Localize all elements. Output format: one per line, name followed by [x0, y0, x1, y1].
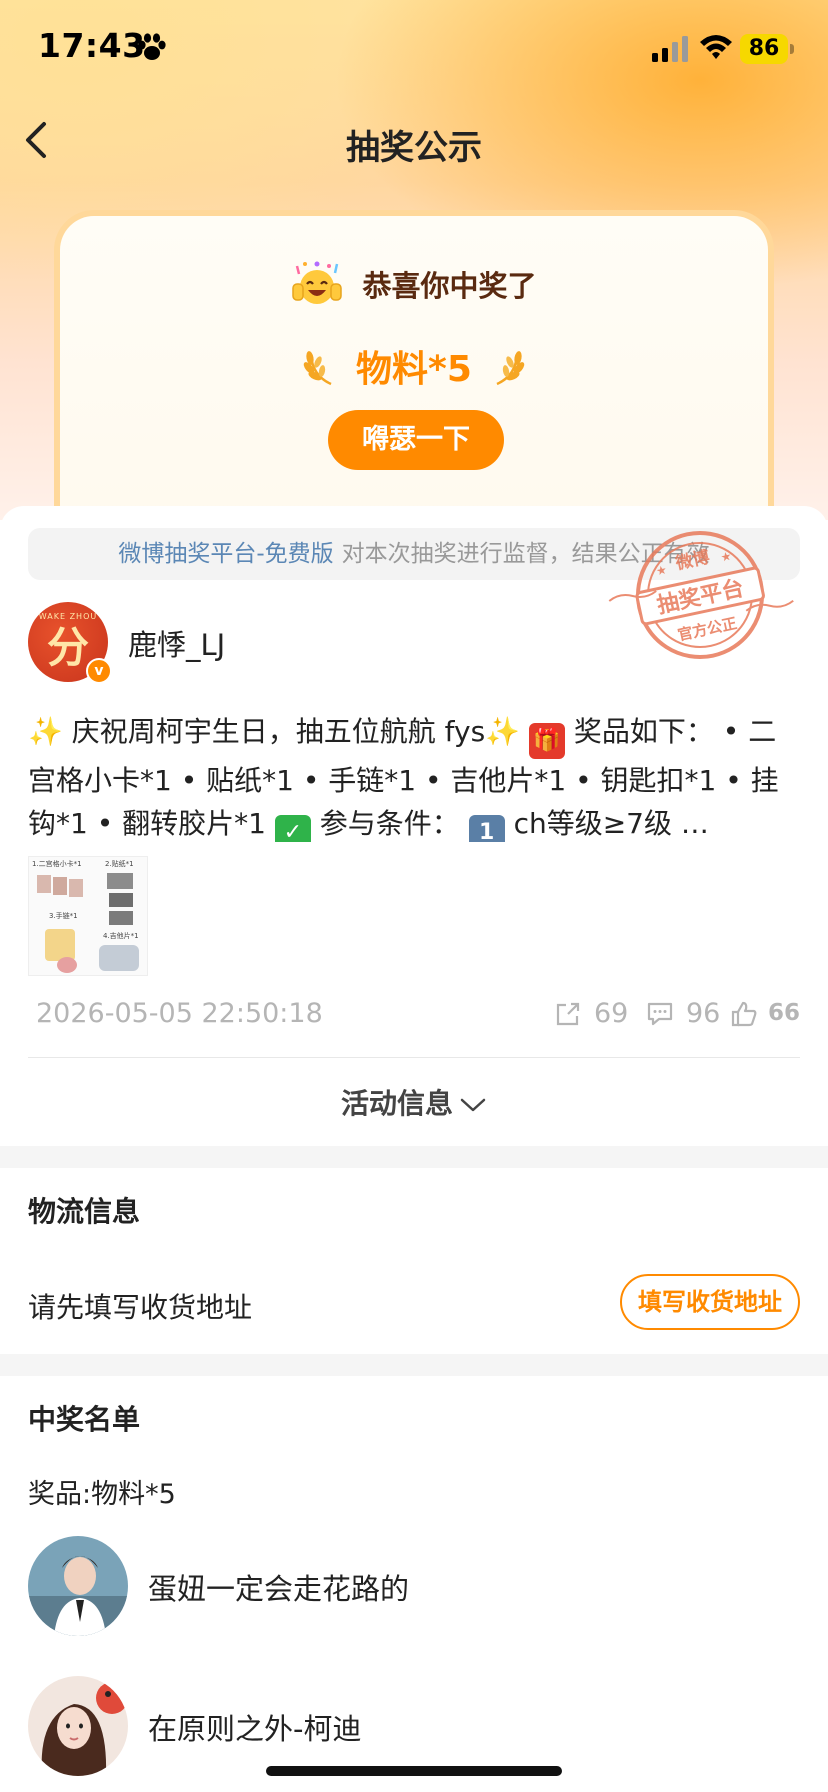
page-title: 抽奖公示	[346, 128, 482, 168]
home-indicator[interactable]	[266, 1766, 562, 1776]
header-gradient: 17:43 86 抽奖公示 恭喜你中奖了 物料*5 嘚瑟一下	[0, 0, 828, 550]
sparkle-icon: ✨	[485, 715, 521, 748]
share-icon[interactable]	[554, 1000, 582, 1028]
divider	[28, 1057, 800, 1058]
activity-info-toggle[interactable]: 活动信息	[0, 1082, 828, 1122]
battery-indicator: 86	[740, 34, 794, 64]
thumb-sticker	[109, 893, 133, 907]
laurel-left-icon	[303, 351, 332, 386]
thumb-sticker	[107, 873, 133, 889]
prize-name: 物料*5	[356, 349, 472, 390]
gift-icon: 🎁	[528, 723, 565, 759]
post-text-part1: 庆祝周柯宇生日，抽五位航航 fys	[62, 715, 486, 748]
stamp-bottom: 官方公正	[676, 614, 738, 644]
winner-item[interactable]: 蛋妞一定会走花路的	[28, 1536, 800, 1638]
sparkle-icon: ✨	[28, 715, 63, 748]
activity-info-label: 活动信息	[340, 1087, 453, 1120]
logistics-title: 物流信息	[28, 1195, 141, 1228]
comment-count[interactable]: 96	[686, 998, 720, 1029]
keycap-one-icon: 1	[468, 815, 505, 842]
post-datetime: 2026-05-05 22:50:18	[36, 998, 323, 1029]
lottery-result-page: 17:43 86 抽奖公示 恭喜你中奖了 物料*5 嘚瑟一下 微博抽奖平台-免费…	[0, 0, 828, 1792]
thumb-label: 4.吉他片*1	[103, 932, 139, 940]
chevron-down-icon	[460, 1098, 486, 1112]
thumb-bracelet	[45, 929, 75, 961]
thumb-bracelet	[57, 957, 77, 973]
battery-level: 86	[740, 34, 788, 64]
post-image-thumbnail[interactable]: 1.二宫格小卡*1 2.贴纸*1 3.手链*1 4.吉他片*1	[28, 856, 148, 976]
status-time: 17:43	[38, 26, 146, 65]
thumb-label: 1.二宫格小卡*1	[32, 860, 82, 868]
celebrate-emoji-icon	[292, 261, 343, 304]
platform-link[interactable]: 微博抽奖平台-免费版	[118, 541, 333, 567]
laurel-right-icon	[496, 351, 525, 386]
official-stamp-icon: 微博 抽奖平台 官方公正 ★ ★	[608, 531, 794, 659]
svg-text:★: ★	[655, 563, 668, 579]
thumb-label: 2.贴纸*1	[105, 860, 134, 868]
paw-icon	[138, 33, 166, 60]
wifi-icon	[700, 35, 732, 59]
section-gap	[0, 1146, 828, 1168]
congrats-text: 恭喜你中奖了	[362, 269, 537, 303]
battery-tip	[790, 44, 794, 54]
thumb-label: 3.手链*1	[49, 912, 78, 920]
post-meta: 2026-05-05 22:50:18 69 96 66	[28, 988, 800, 1038]
thumb-card	[69, 879, 83, 897]
prize-card-inner: 恭喜你中奖了 物料*5 嘚瑟一下	[60, 216, 768, 544]
thumb-card	[53, 877, 67, 895]
fill-address-button[interactable]: 填写收货地址	[620, 1274, 800, 1330]
winners-title: 中奖名单	[28, 1403, 141, 1436]
check-mark-icon: ✓	[274, 815, 311, 842]
winner-name[interactable]: 蛋妞一定会走花路的	[148, 1566, 409, 1608]
winner-name[interactable]: 在原则之外-柯迪	[148, 1706, 361, 1748]
nav-bar: 抽奖公示	[0, 100, 828, 180]
like-icon[interactable]	[730, 1000, 758, 1028]
winner-avatar[interactable]	[28, 1536, 128, 1636]
post-text-part4: ch等级≥7级 …	[504, 807, 709, 840]
winner-item[interactable]: 在原则之外-柯迪	[28, 1676, 800, 1778]
author-name[interactable]: 鹿悸_LJ	[128, 622, 225, 664]
prize-card: 恭喜你中奖了 物料*5 嘚瑟一下	[54, 210, 774, 550]
prize-row: 物料*5	[60, 340, 768, 392]
post-text-part3: 参与条件：	[310, 807, 469, 840]
thumb-sticker	[109, 911, 133, 925]
comment-icon[interactable]	[646, 1000, 674, 1028]
thumb-picks	[99, 945, 139, 971]
post-body[interactable]: ✨ 庆祝周柯宇生日，抽五位航航 fys✨ 🎁 奖品如下： • 二宫格小卡*1 •…	[28, 710, 800, 842]
cellular-signal-icon	[652, 36, 688, 62]
main-panel: 微博抽奖平台-免费版 对本次抽奖进行监督，结果公正有效 WAKE ZHOU 分 v…	[0, 506, 828, 1792]
like-count[interactable]: 66	[768, 1000, 800, 1026]
stamp-top: 微博	[673, 546, 712, 574]
svg-text:★: ★	[719, 549, 732, 565]
winner-avatar[interactable]	[28, 1676, 128, 1776]
winners-prize-line: 奖品:物料*5	[28, 1479, 176, 1510]
thumb-card	[37, 875, 51, 893]
share-count[interactable]: 69	[594, 998, 628, 1029]
brag-button[interactable]: 嘚瑟一下	[328, 410, 504, 470]
logistics-message: 请先填写收货地址	[28, 1291, 253, 1324]
congrats-row: 恭喜你中奖了	[60, 260, 768, 308]
status-bar: 17:43 86	[0, 0, 828, 100]
section-gap	[0, 1354, 828, 1376]
verified-badge-icon: v	[86, 658, 112, 684]
